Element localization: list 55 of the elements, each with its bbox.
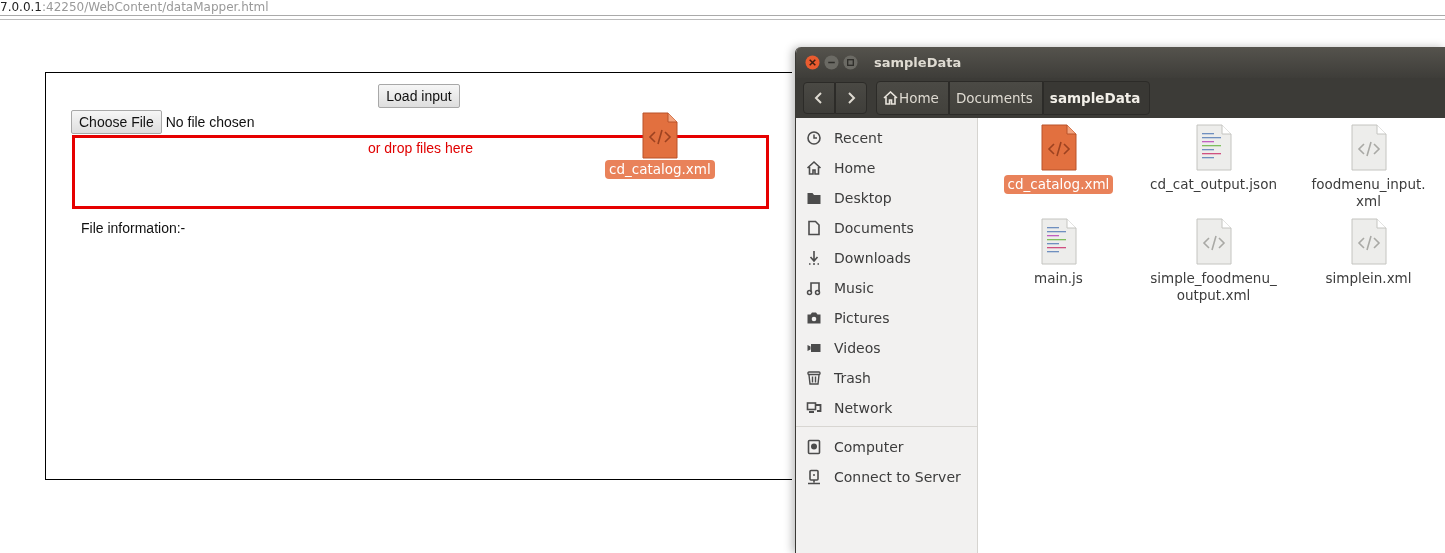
file-name[interactable]: cd_cat_output.json xyxy=(1146,175,1281,194)
home-icon xyxy=(883,91,898,105)
hard-drive-icon xyxy=(806,439,822,455)
sidebar-item[interactable]: Videos xyxy=(796,333,977,363)
code-file-icon xyxy=(1350,218,1387,265)
path-button[interactable]: Documents xyxy=(948,81,1043,115)
server-icon xyxy=(806,469,822,485)
sidebar-item[interactable]: Computer xyxy=(796,432,977,462)
window-title: sampleData xyxy=(874,55,962,70)
file-name: cd_catalog.xml xyxy=(605,160,715,179)
text-file-icon xyxy=(1195,124,1232,171)
sidebar-item[interactable]: Music xyxy=(796,273,977,303)
forward-icon xyxy=(846,91,856,105)
folder-icon xyxy=(806,190,822,206)
file-name[interactable]: main.js xyxy=(1030,269,1087,288)
sidebar-item[interactable]: Connect to Server xyxy=(796,462,977,492)
maximize-icon[interactable] xyxy=(843,55,858,70)
text-file-icon xyxy=(1040,218,1077,265)
sidebar-item[interactable]: Home xyxy=(796,153,977,183)
sidebar-item[interactable]: Network xyxy=(796,393,977,423)
network-icon xyxy=(806,400,822,416)
camera-icon xyxy=(806,310,822,326)
file-name[interactable]: simplein.xml xyxy=(1321,269,1416,288)
clock-icon xyxy=(806,130,822,146)
sidebar-item[interactable]: Downloads xyxy=(796,243,977,273)
trash-icon xyxy=(806,370,822,386)
back-button[interactable] xyxy=(803,82,835,114)
document-icon xyxy=(806,220,822,236)
choose-file-button[interactable]: Choose File xyxy=(71,110,162,134)
file-name[interactable]: foodmenu_input. xml xyxy=(1307,175,1430,211)
url-path: :42250/WebContent/dataMapper.html xyxy=(42,0,269,14)
music-icon xyxy=(806,280,822,296)
code-file-icon xyxy=(1195,218,1232,265)
minimize-icon[interactable] xyxy=(824,55,839,70)
sidebar-item[interactable]: Recent xyxy=(796,123,977,153)
path-button[interactable]: sampleData xyxy=(1042,81,1151,115)
file-information-label: File information:- xyxy=(81,220,187,236)
back-icon xyxy=(814,91,824,105)
close-icon[interactable] xyxy=(805,55,820,70)
sidebar-item[interactable]: Trash xyxy=(796,363,977,393)
file-name[interactable]: simple_foodmenu_ output.xml xyxy=(1146,269,1281,305)
sidebar-item[interactable]: Pictures xyxy=(796,303,977,333)
code-file-icon xyxy=(641,112,678,159)
path-button[interactable]: Home xyxy=(876,81,949,115)
download-icon xyxy=(806,250,822,266)
drop-hint: or drop files here xyxy=(367,140,474,156)
code-file-icon xyxy=(1350,124,1387,171)
file-status: No file chosen xyxy=(165,114,255,130)
load-input-button[interactable]: Load input xyxy=(378,84,460,108)
sidebar-item[interactable]: Documents xyxy=(796,213,977,243)
home-icon xyxy=(806,160,822,176)
sidebar-item[interactable]: Desktop xyxy=(796,183,977,213)
forward-button[interactable] xyxy=(835,82,867,114)
url-host: 7.0.0.1 xyxy=(0,0,42,14)
code-file-icon xyxy=(1040,124,1077,171)
